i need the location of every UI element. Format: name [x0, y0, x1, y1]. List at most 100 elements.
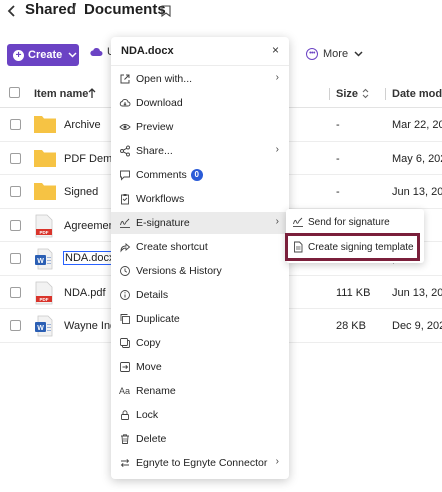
menu-item-rename[interactable]: Aa Rename — [111, 380, 289, 402]
folder-icon — [34, 149, 56, 167]
more-dots-icon: ••• — [306, 48, 318, 60]
menu-item-label: Details — [136, 289, 169, 301]
svg-text:W: W — [37, 325, 44, 332]
rename-input[interactable]: NDA.docx — [63, 251, 117, 265]
context-menu-title: NDA.docx — [121, 45, 174, 57]
signature-icon — [120, 218, 130, 228]
menu-item-create-shortcut[interactable]: Create shortcut — [111, 236, 289, 258]
menu-item-label: Copy — [136, 337, 161, 349]
row-checkbox[interactable] — [10, 320, 21, 331]
lock-icon — [121, 410, 129, 420]
file-name[interactable]: Agreement — [64, 220, 118, 232]
menu-item-details[interactable]: Details — [111, 284, 289, 306]
menu-item-label: Move — [136, 361, 162, 373]
file-name[interactable]: Signed — [64, 186, 98, 198]
file-size: - — [336, 186, 340, 198]
row-checkbox[interactable] — [10, 286, 21, 298]
menu-item-delete[interactable]: Delete — [111, 428, 289, 450]
row-checkbox[interactable] — [10, 219, 21, 231]
submenu-item-send-for-signature[interactable]: Send for signature — [286, 211, 424, 233]
column-divider[interactable] — [329, 88, 330, 100]
menu-item-lock[interactable]: Lock — [111, 404, 289, 426]
menu-item-label: Workflows — [136, 193, 185, 205]
file-date: Jun 13, 202 — [392, 286, 442, 299]
menu-item-workflows[interactable]: Workflows — [111, 188, 289, 210]
context-menu: NDA.docx × Open with... › Download Previ… — [111, 37, 289, 479]
cloud-upload-icon — [90, 48, 103, 56]
word-file-icon: W — [35, 248, 53, 270]
menu-item-label: Rename — [136, 385, 176, 397]
breadcrumb-separator: / — [72, 1, 77, 18]
svg-text:W: W — [37, 258, 44, 265]
menu-item-duplicate[interactable]: Duplicate — [111, 308, 289, 330]
more-button[interactable]: ••• More — [306, 48, 363, 60]
chevron-right-icon: › — [275, 72, 279, 83]
copy-icon — [120, 338, 130, 348]
menu-item-label: Egnyte to Egnyte Connector — [136, 457, 268, 469]
e-signature-submenu: Send for signature Create signing templa… — [285, 209, 424, 263]
row-checkbox[interactable] — [10, 186, 21, 197]
menu-item-comments[interactable]: Comments 0 — [111, 164, 289, 186]
select-all-checkbox[interactable] — [9, 87, 20, 98]
menu-item-download[interactable]: Download — [111, 92, 289, 114]
submenu-item-label: Send for signature — [308, 216, 390, 228]
breadcrumb-shared[interactable]: Shared — [25, 1, 76, 18]
column-header-date[interactable]: Date modifi — [392, 88, 442, 100]
row-checkbox[interactable] — [10, 152, 21, 164]
file-size: - — [336, 152, 340, 165]
file-size: 111 KB — [336, 286, 371, 299]
info-icon — [120, 290, 130, 300]
menu-item-share[interactable]: Share... › — [111, 140, 289, 162]
folder-icon — [34, 116, 56, 133]
rename-icon: Aa — [119, 386, 131, 396]
menu-item-label: Share... — [136, 145, 173, 157]
column-header-size[interactable]: Size — [336, 88, 358, 100]
menu-item-egnyte-connector[interactable]: Egnyte to Egnyte Connector › — [111, 452, 289, 474]
menu-item-copy[interactable]: Copy — [111, 332, 289, 354]
menu-item-label: Comments — [136, 169, 187, 181]
menu-item-label: Versions & History — [136, 265, 222, 277]
move-icon — [120, 362, 130, 372]
plus-icon: + — [13, 49, 24, 61]
sort-toggle-icon[interactable] — [362, 88, 369, 99]
file-name[interactable]: Archive — [64, 119, 101, 131]
menu-item-label: Open with... — [136, 73, 193, 85]
column-divider[interactable] — [385, 88, 386, 100]
close-icon[interactable]: × — [272, 43, 279, 57]
file-size: - — [336, 119, 340, 131]
menu-item-open-with[interactable]: Open with... › — [111, 68, 289, 90]
chevron-left-icon[interactable] — [6, 2, 18, 20]
page-header: Shared / Documents — [0, 0, 442, 24]
menu-item-preview[interactable]: Preview — [111, 116, 289, 138]
create-label: Create — [28, 49, 63, 61]
menu-item-label: Delete — [136, 433, 167, 445]
signature-icon — [293, 217, 303, 227]
menu-divider — [111, 65, 289, 66]
shortcut-icon — [120, 243, 131, 253]
trash-icon — [121, 434, 129, 444]
create-button[interactable]: + Create — [7, 44, 79, 66]
file-date: Mar 22, 202 — [392, 119, 442, 131]
sort-ascending-icon[interactable] — [88, 88, 96, 99]
column-header-name[interactable]: Item name — [34, 88, 88, 100]
comment-icon — [120, 170, 130, 181]
more-label: More — [323, 48, 349, 60]
menu-item-label: Duplicate — [136, 313, 180, 325]
bookmark-icon[interactable] — [161, 5, 171, 17]
menu-item-e-signature[interactable]: E-signature › — [111, 212, 289, 234]
menu-item-move[interactable]: Move — [111, 356, 289, 378]
page-title: Documents — [84, 1, 166, 18]
row-checkbox[interactable] — [10, 253, 21, 264]
row-checkbox[interactable] — [10, 119, 21, 130]
submenu-item-create-signing-template[interactable]: Create signing template — [285, 233, 420, 261]
menu-item-label: Download — [136, 97, 183, 109]
share-icon — [120, 145, 130, 157]
file-name[interactable]: NDA.pdf — [64, 287, 106, 299]
pdf-file-icon: PDF — [35, 281, 53, 304]
file-date: Dec 9, 2021 — [392, 320, 442, 332]
svg-text:PDF: PDF — [40, 230, 49, 235]
chevron-down-icon — [68, 52, 77, 58]
menu-item-versions-history[interactable]: Versions & History — [111, 260, 289, 282]
chevron-right-icon: › — [275, 456, 279, 467]
clipboard-icon — [121, 194, 129, 205]
